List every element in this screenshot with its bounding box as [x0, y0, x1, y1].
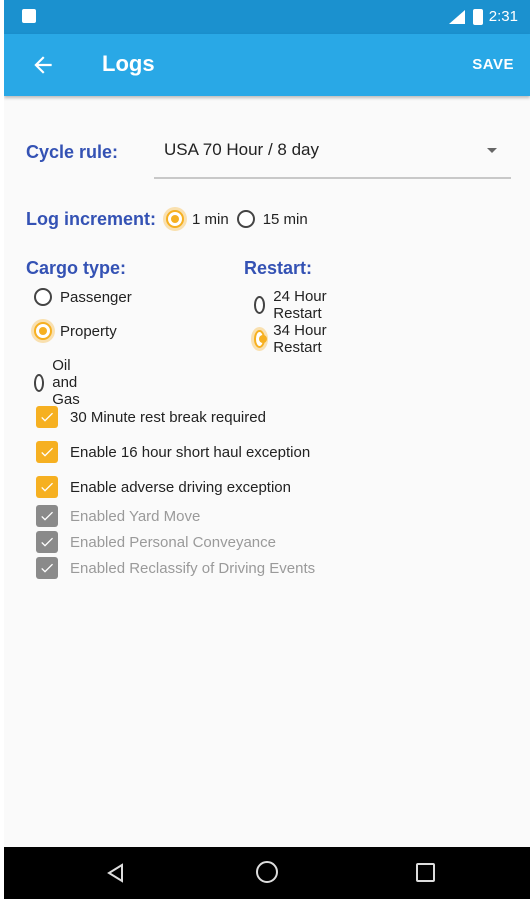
status-bar: 2:31	[4, 0, 530, 34]
log-increment-15min-radio[interactable]: 15 min	[236, 210, 308, 228]
signal-icon	[448, 9, 465, 24]
sim-card-icon	[22, 9, 36, 23]
cycle-rule-label: Cycle rule:	[26, 142, 119, 162]
radio-label: 24 Hour Restart	[273, 288, 327, 322]
navigation-bar	[4, 847, 530, 899]
radio-selected-icon	[34, 322, 52, 340]
radio-label: Oil and Gas	[52, 357, 80, 408]
checkbox-label: Enable adverse driving exception	[70, 478, 291, 496]
battery-icon	[472, 8, 483, 25]
nav-back-icon[interactable]	[106, 863, 126, 883]
checkbox-disabled-icon	[36, 557, 58, 579]
checkbox-checked-icon	[36, 406, 58, 428]
page-title: Logs	[102, 51, 155, 76]
status-icons: 2:31	[447, 8, 518, 25]
radio-selected-icon	[254, 330, 268, 348]
yard-move-checkbox: Enabled Yard Move	[36, 505, 200, 527]
radio-unselected-icon	[254, 296, 266, 314]
save-button[interactable]: SAVE	[472, 56, 514, 73]
radio-label: Passenger	[60, 288, 132, 306]
nav-recents-icon[interactable]	[416, 863, 435, 882]
nav-home-icon[interactable]	[256, 861, 278, 883]
checkbox-label: Enable 16 hour short haul exception	[70, 443, 311, 461]
restart-label: Restart:	[244, 258, 313, 278]
checkbox-disabled-icon	[36, 531, 58, 553]
reclassify-driving-checkbox: Enabled Reclassify of Driving Events	[36, 557, 315, 579]
adverse-driving-checkbox[interactable]: Enable adverse driving exception	[36, 476, 291, 498]
checkbox-checked-icon	[36, 476, 58, 498]
checkbox-label: Enabled Reclassify of Driving Events	[70, 559, 316, 577]
cargo-type-label: Cargo type:	[26, 258, 127, 278]
checkbox-label: 30 Minute rest break required	[70, 408, 266, 426]
screen: 2:31 Logs SAVE Cycle rule: USA 70 Hour /…	[4, 0, 530, 899]
log-increment-row: Log increment: 1 min 15 min	[26, 206, 308, 232]
radio-label: Property	[60, 322, 117, 340]
checkbox-checked-icon	[36, 441, 58, 463]
clock: 2:31	[488, 8, 518, 25]
app-bar: Logs SAVE	[4, 34, 530, 96]
radio-unselected-icon	[34, 373, 45, 392]
cargo-property-radio[interactable]: Property	[34, 322, 117, 340]
cycle-rule-row: Cycle rule: USA 70 Hour / 8 day	[26, 140, 516, 184]
radio-unselected-icon	[34, 288, 52, 306]
short-haul-checkbox[interactable]: Enable 16 hour short haul exception	[36, 441, 310, 463]
log-increment-1min-radio[interactable]: 1 min	[166, 210, 229, 228]
restart-34-hour-radio[interactable]: 34 Hour Restart	[254, 322, 328, 356]
cycle-rule-dropdown[interactable]: USA 70 Hour / 8 day	[154, 140, 511, 179]
radio-label: 34 Hour Restart	[273, 322, 327, 356]
radio-label: 1 min	[192, 210, 229, 228]
rest-break-checkbox[interactable]: 30 Minute rest break required	[36, 406, 266, 428]
cycle-rule-value: USA 70 Hour / 8 day	[164, 140, 319, 159]
cargo-passenger-radio[interactable]: Passenger	[34, 288, 132, 306]
restart-24-hour-radio[interactable]: 24 Hour Restart	[254, 288, 328, 322]
checkbox-disabled-icon	[36, 505, 58, 527]
personal-conveyance-checkbox: Enabled Personal Conveyance	[36, 531, 276, 553]
back-arrow-icon[interactable]	[30, 52, 56, 78]
radio-label: 15 min	[262, 210, 308, 228]
checkbox-label: Enabled Yard Move	[70, 507, 201, 525]
radio-selected-icon	[166, 210, 185, 228]
log-increment-label: Log increment:	[26, 208, 157, 229]
cargo-oil-and-gas-radio[interactable]: Oil and Gas	[34, 357, 88, 408]
dropdown-arrow-icon	[487, 148, 497, 153]
checkbox-label: Enabled Personal Conveyance	[70, 533, 276, 551]
radio-unselected-icon	[236, 210, 255, 228]
